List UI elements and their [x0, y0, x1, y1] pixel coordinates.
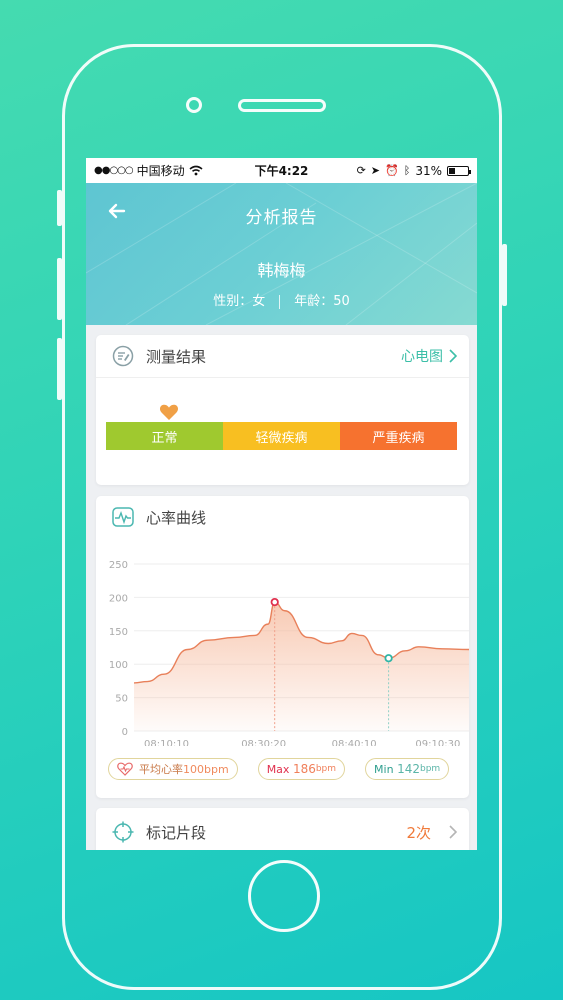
- page-title: 分析报告: [245, 208, 318, 228]
- heart-rate-title: 心率曲线: [146, 508, 207, 527]
- heart-pulse-icon: [117, 762, 133, 776]
- carrier-label: 中国移动: [136, 164, 185, 178]
- measurement-result-title: 测量结果: [146, 347, 207, 366]
- battery-icon: [447, 165, 471, 176]
- target-icon: [112, 821, 134, 843]
- battery-percent: 31%: [415, 163, 442, 178]
- heart-rate-stats: 平均心率 100bpm Max 186 bpm Min 142 bpm: [108, 758, 450, 780]
- y-tick-label: 100: [109, 660, 128, 671]
- marked-segments-count: 2次: [406, 823, 431, 842]
- avg-heart-rate-value: 100bpm: [183, 762, 229, 776]
- report-edit-icon: [112, 345, 134, 367]
- phone-side-button: [57, 190, 62, 226]
- severity-scale: 正常 轻微疾病 严重疾病: [106, 422, 457, 450]
- phone-power-button: [502, 244, 507, 306]
- severity-mild: 轻微疾病: [223, 422, 340, 450]
- phone-speaker: [238, 99, 326, 112]
- heart-rate-card: 心率曲线 0 50 100 150 200 250 08:10:10 08:30:20 08:4…: [96, 496, 469, 798]
- avg-heart-rate-pill: 平均心率 100bpm: [108, 758, 238, 780]
- app-screen: ●●○○○ 中国移动 下午4:22 ⟳ ➤ ⏰ ᛒ 31% 分析报告 韩梅梅 性…: [86, 158, 477, 850]
- heart-rate-chart: 0 50 100 150 200 250 08:10:10 08:30:20 08:40:10 0…: [109, 560, 469, 746]
- battery-fill: [449, 167, 455, 174]
- y-tick-label: 250: [109, 560, 128, 571]
- phone-camera: [186, 97, 202, 113]
- measurement-result-header: 测量结果 心电图: [96, 335, 469, 378]
- patient-gender: 性别：女: [213, 294, 266, 309]
- y-tick-label: 0: [122, 727, 128, 738]
- signal-icon: ●●○○○: [94, 165, 134, 176]
- min-heart-rate-unit: bpm: [419, 764, 441, 774]
- ecg-link-label: 心电图: [401, 349, 443, 365]
- heart-rate-area: [134, 602, 469, 731]
- heart-icon: [159, 404, 179, 420]
- x-tick-label: 08:10:10: [144, 739, 189, 746]
- min-point-marker: [384, 654, 393, 663]
- max-heart-rate-value: 186: [292, 762, 316, 776]
- ecg-link[interactable]: 心电图: [401, 346, 457, 366]
- max-heart-rate-unit: bpm: [315, 764, 337, 774]
- phone-volume-down: [57, 338, 62, 400]
- chevron-right-icon: [449, 825, 457, 839]
- avg-heart-rate-label: 平均心率: [139, 763, 183, 776]
- max-heart-rate-label: Max: [266, 762, 290, 776]
- rotation-lock-icon: ⟳: [356, 164, 366, 177]
- x-tick-label: 08:30:20: [241, 739, 286, 746]
- report-header: 分析报告 韩梅梅 性别：女 年龄：50: [86, 183, 477, 325]
- y-tick-label: 50: [115, 694, 128, 705]
- severity-severe: 严重疾病: [340, 422, 457, 450]
- min-heart-rate-pill: Min 142 bpm: [365, 758, 450, 780]
- y-tick-label: 150: [109, 627, 128, 638]
- patient-age: 年龄：50: [294, 294, 350, 309]
- chevron-right-icon: [449, 349, 457, 363]
- patient-info: 性别：女 年龄：50: [86, 290, 477, 309]
- heart-rate-header: 心率曲线: [96, 496, 469, 538]
- status-bar: ●●○○○ 中国移动 下午4:22 ⟳ ➤ ⏰ ᛒ 31%: [86, 158, 477, 183]
- location-icon: ➤: [370, 164, 381, 177]
- wifi-icon: [189, 165, 203, 176]
- patient-name: 韩梅梅: [257, 261, 306, 280]
- marked-segments-title: 标记片段: [146, 823, 207, 842]
- alarm-icon: ⏰: [385, 164, 399, 177]
- bluetooth-icon: ᛒ: [403, 164, 411, 177]
- phone-volume-up: [57, 258, 62, 320]
- measurement-result-card: 测量结果 心电图 正常 轻微疾病 严重疾病: [96, 335, 469, 485]
- max-heart-rate-pill: Max 186 bpm: [257, 758, 346, 780]
- min-heart-rate-label: Min: [374, 762, 394, 776]
- x-tick-label: 09:10:30: [415, 739, 460, 746]
- y-tick-label: 200: [109, 593, 128, 604]
- marked-segments-card[interactable]: 标记片段 2次: [96, 808, 469, 850]
- info-divider: [279, 294, 281, 309]
- min-heart-rate-value: 142: [397, 762, 420, 776]
- marked-segments-header: 标记片段 2次: [96, 808, 469, 850]
- ecg-monitor-icon: [112, 507, 134, 527]
- max-point-marker: [270, 597, 279, 607]
- severity-normal: 正常: [106, 422, 223, 450]
- phone-home-button: [248, 860, 320, 932]
- x-tick-label: 08:40:10: [332, 739, 377, 746]
